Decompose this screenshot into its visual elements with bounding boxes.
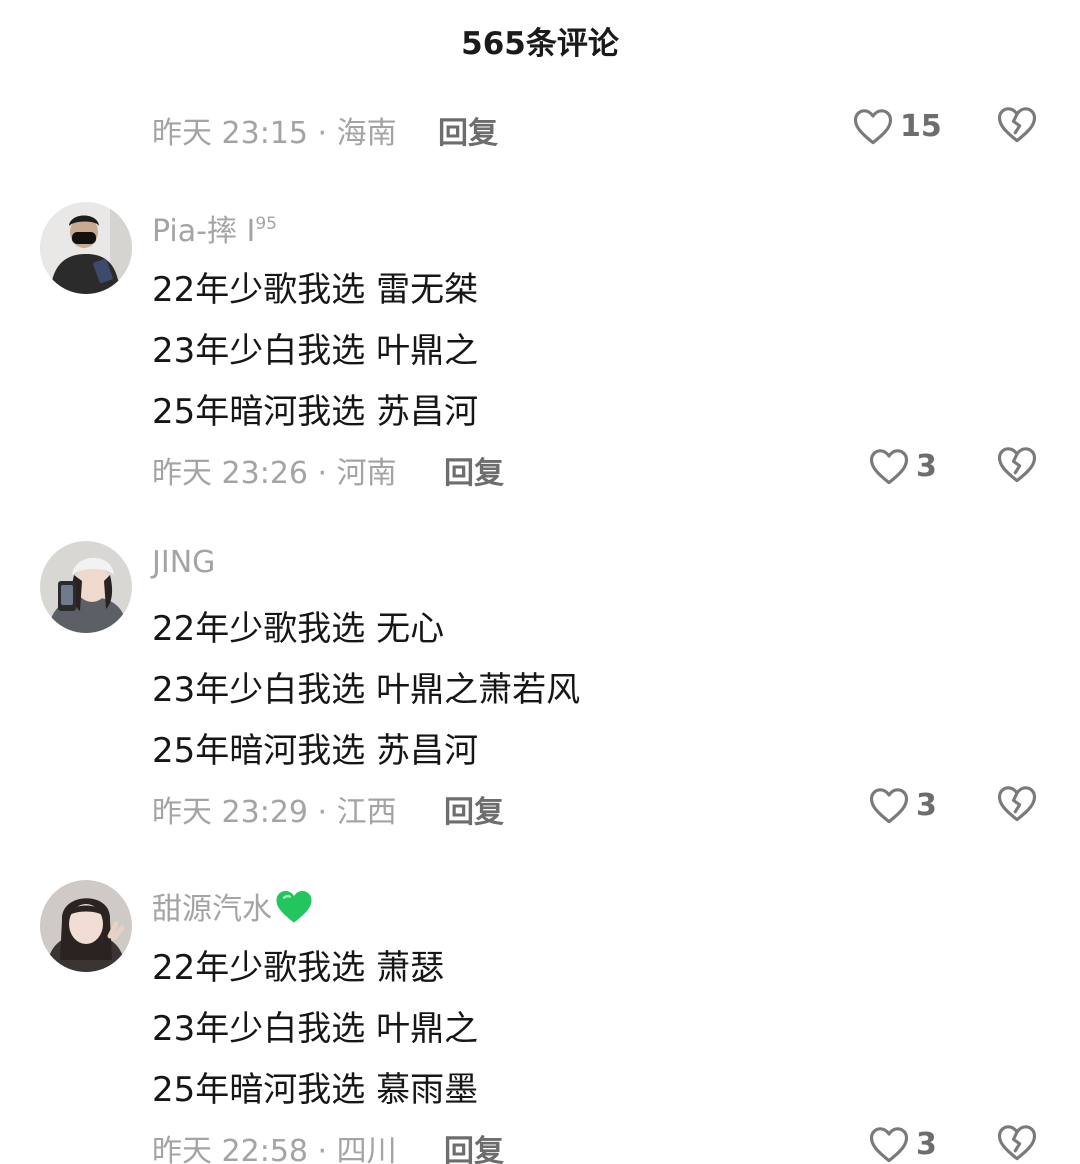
avatar[interactable] <box>40 541 132 633</box>
comments-panel: 565条评论 昨天 23:15 · 海南 回复 15 Pia-摔 I95 22年… <box>0 0 1080 1164</box>
comment-meta-row: 昨天 23:15 · 海南 回复 15 <box>152 104 1052 152</box>
like-count: 3 <box>916 1126 937 1162</box>
dislike-button[interactable] <box>996 1122 1040 1164</box>
comment-count-title: 565条评论 <box>461 26 619 62</box>
heart-outline-icon <box>869 1127 909 1163</box>
comment-line: 22年少歌我选 萧瑟 <box>152 948 445 988</box>
broken-heart-icon <box>997 107 1037 143</box>
username[interactable]: Pia-摔 I95 <box>152 206 277 250</box>
comment-line: 22年少歌我选 无心 <box>152 609 445 649</box>
comment-time-location: 昨天 22:58 · 四川 <box>152 1134 397 1164</box>
comment-line: 22年少歌我选 雷无桀 <box>152 270 479 310</box>
comment-line: 25年暗河我选 苏昌河 <box>152 392 479 432</box>
comment-meta-row: 昨天 23:26 · 河南 回复 3 <box>152 444 1052 492</box>
like-button[interactable]: 3 <box>868 1122 937 1164</box>
like-button[interactable]: 3 <box>868 783 937 827</box>
green-heart-icon <box>274 887 314 933</box>
comment-meta-row: 昨天 22:58 · 四川 回复 3 <box>152 1122 1052 1164</box>
like-button[interactable]: 3 <box>868 444 937 488</box>
dislike-button[interactable] <box>996 104 1040 148</box>
dislike-button[interactable] <box>996 444 1040 488</box>
like-count: 3 <box>916 787 937 823</box>
comment-line: 25年暗河我选 慕雨墨 <box>152 1070 479 1110</box>
comment-line: 25年暗河我选 苏昌河 <box>152 731 479 771</box>
like-button[interactable]: 15 <box>852 104 942 148</box>
comment-time-location: 昨天 23:26 · 河南 <box>152 456 397 491</box>
dislike-button[interactable] <box>996 783 1040 827</box>
heart-outline-icon <box>853 109 893 145</box>
username[interactable]: 甜源汽水 <box>152 884 314 933</box>
username-superscript: 95 <box>255 214 277 234</box>
comment-time-location: 昨天 23:15 · 海南 <box>152 116 397 151</box>
heart-outline-icon <box>869 449 909 485</box>
like-count: 15 <box>900 108 942 144</box>
broken-heart-icon <box>997 1125 1037 1161</box>
comment-time-location: 昨天 23:29 · 江西 <box>152 795 397 830</box>
heart-outline-icon <box>869 788 909 824</box>
reply-button[interactable]: 回复 <box>444 1126 504 1164</box>
reply-button[interactable]: 回复 <box>438 108 498 152</box>
avatar[interactable] <box>40 880 132 972</box>
reply-button[interactable]: 回复 <box>444 787 504 831</box>
comment-meta-row: 昨天 23:29 · 江西 回复 3 <box>152 783 1052 831</box>
like-count: 3 <box>916 448 937 484</box>
broken-heart-icon <box>997 447 1037 483</box>
comment-line: 23年少白我选 叶鼎之 <box>152 1009 479 1049</box>
username[interactable]: JING <box>152 545 215 580</box>
avatar[interactable] <box>40 202 132 294</box>
reply-button[interactable]: 回复 <box>444 448 504 492</box>
comment-line: 23年少白我选 叶鼎之 <box>152 331 479 371</box>
comment-line: 23年少白我选 叶鼎之萧若风 <box>152 670 581 710</box>
broken-heart-icon <box>997 786 1037 822</box>
